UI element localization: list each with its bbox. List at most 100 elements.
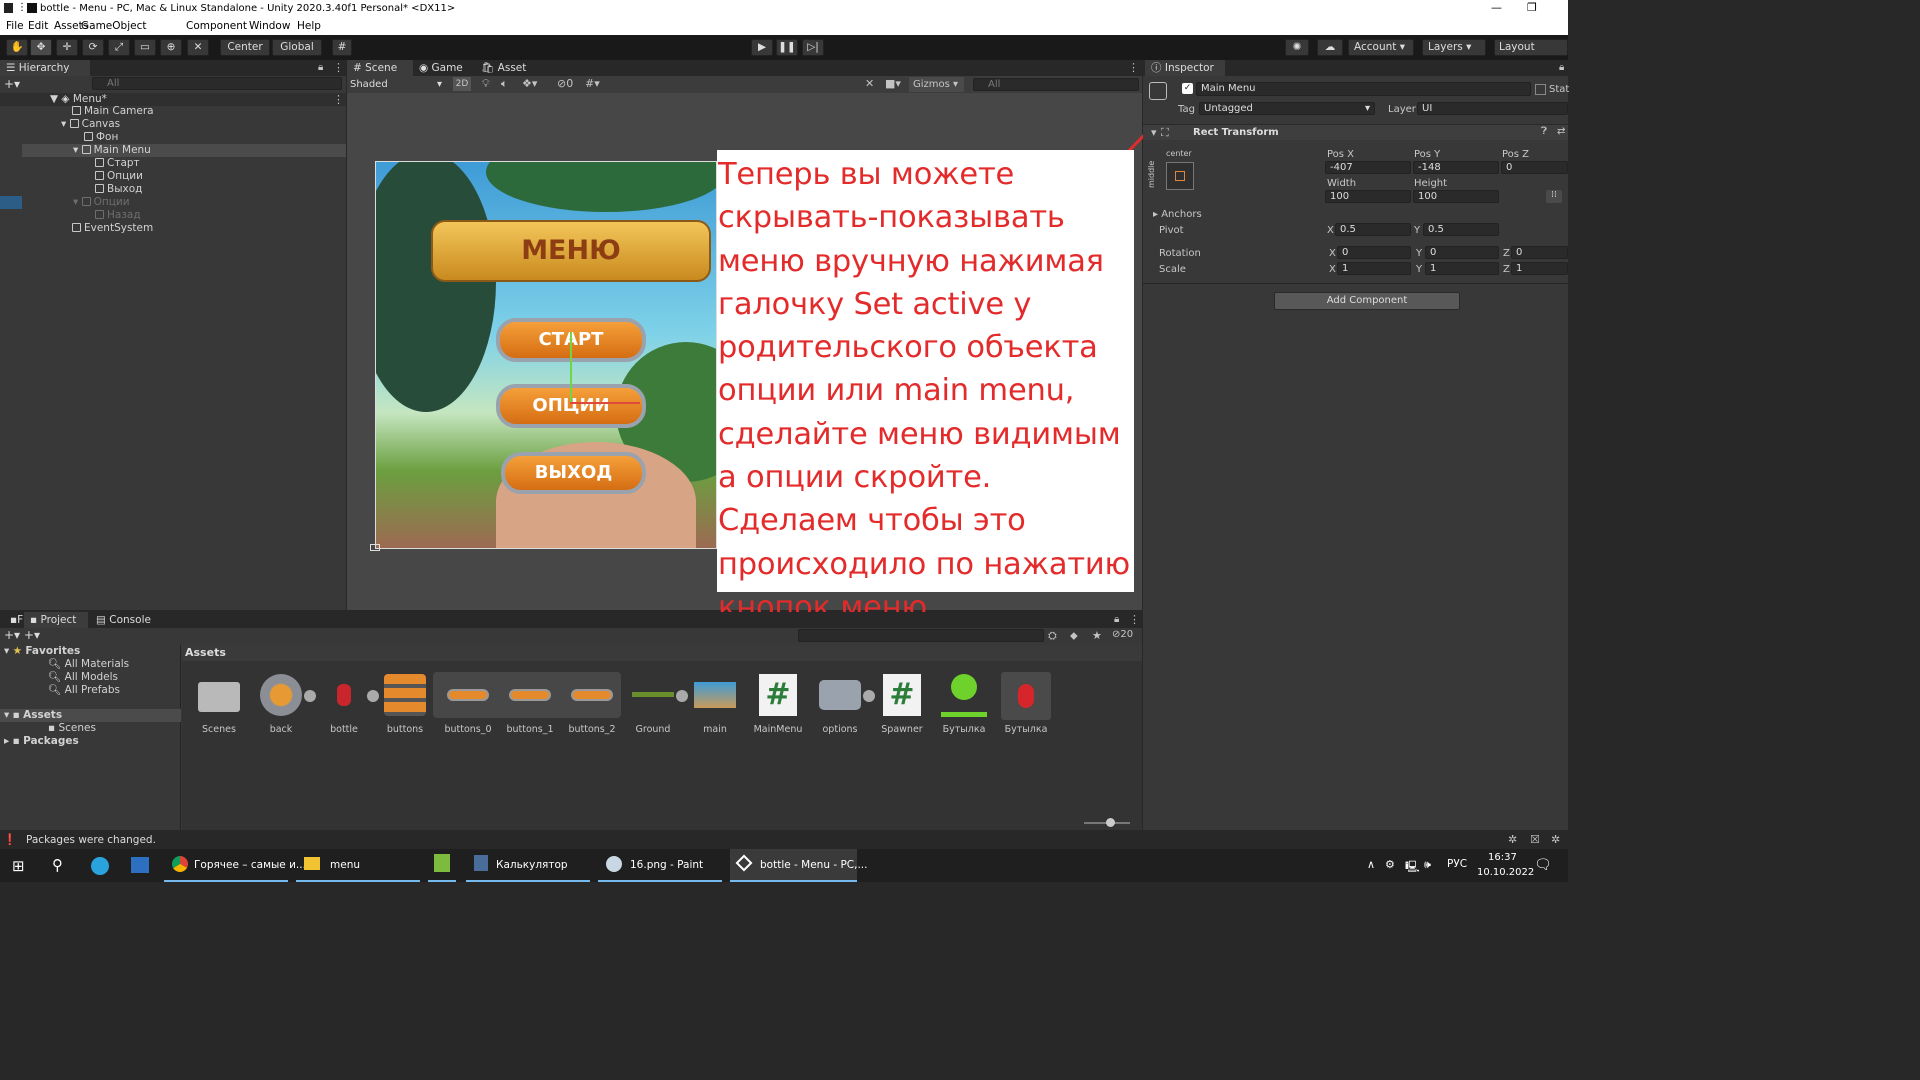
blueprint-icon[interactable]: ⁞⁞: [1546, 190, 1562, 203]
system-menu-icon[interactable]: ⋮: [17, 2, 27, 13]
menu-component[interactable]: Component: [186, 20, 247, 32]
hierarchy-item[interactable]: Опции: [95, 170, 143, 183]
anchors-foldout[interactable]: ▸ Anchors: [1153, 209, 1202, 220]
scale-z-field[interactable]: 1: [1511, 262, 1568, 275]
clock-date[interactable]: 10.10.2022: [1477, 867, 1534, 878]
tab-hierarchy[interactable]: ☰ Hierarchy: [0, 60, 90, 76]
rot-x-field[interactable]: 0: [1337, 246, 1411, 259]
anchor-preset-button[interactable]: [1166, 162, 1194, 190]
tab-asset-store[interactable]: 🛍︎ Asset Store: [475, 60, 555, 90]
zoom-slider[interactable]: [1084, 818, 1130, 827]
tag-dropdown[interactable]: Untagged ▾: [1199, 102, 1375, 115]
move-gizmo-y-icon[interactable]: [570, 332, 572, 402]
hierarchy-item[interactable]: Старт: [95, 157, 140, 170]
scale-tool-icon[interactable]: ⤢: [108, 39, 130, 56]
taskbar-explorer[interactable]: menu: [296, 849, 420, 882]
tree-favorites[interactable]: ▾ ★ Favorites: [4, 645, 80, 658]
panel-menu-icon[interactable]: ⋮: [1129, 613, 1140, 626]
breadcrumb-assets[interactable]: Assets: [185, 646, 226, 659]
custom-tool-icon[interactable]: ✕: [187, 39, 209, 56]
filter-type-icon[interactable]: ⛭: [1048, 629, 1057, 643]
settings-icon[interactable]: ⇄: [1557, 126, 1565, 137]
tools-icon[interactable]: ✕: [865, 77, 874, 90]
help-icon[interactable]: ❓︎: [1541, 126, 1547, 137]
project-search-input[interactable]: [798, 629, 1044, 642]
favorite-icon[interactable]: ★: [1092, 629, 1102, 642]
audio-icon[interactable]: 🔈︎: [501, 77, 508, 91]
taskbar-paint[interactable]: 16.png - Paint: [598, 849, 722, 882]
tab-project[interactable]: ▪ Project: [24, 612, 88, 628]
2d-toggle[interactable]: 2D: [453, 77, 471, 91]
expand-sprite-icon[interactable]: [367, 690, 379, 702]
gizmos-dropdown[interactable]: Gizmos ▾: [909, 77, 964, 92]
expand-sprite-icon[interactable]: [676, 690, 688, 702]
tab-inspector[interactable]: ⓘ Inspector: [1145, 60, 1225, 76]
hierarchy-item-inactive[interactable]: ▾ Опции: [73, 196, 130, 209]
lock-icon[interactable]: 🔒︎: [318, 62, 323, 73]
tray-chevron-icon[interactable]: ∧: [1367, 858, 1375, 871]
tree-item[interactable]: 🔍︎ All Materials: [48, 658, 129, 671]
tab-game[interactable]: ◉ Game: [413, 60, 475, 76]
grid-icon[interactable]: #▾: [585, 77, 600, 90]
clock-time[interactable]: 16:37: [1488, 852, 1517, 863]
hierarchy-item-selected[interactable]: ▾ Main Menu: [73, 144, 151, 157]
pos-x-field[interactable]: -407: [1325, 161, 1411, 174]
hierarchy-item[interactable]: EventSystem: [72, 222, 153, 235]
taskbar-notepad[interactable]: [428, 849, 456, 882]
tree-packages[interactable]: ▸ ▪ Packages: [4, 735, 79, 748]
create-button[interactable]: +▾: [4, 77, 20, 91]
exit-game-button[interactable]: ВЫХОД: [501, 452, 646, 494]
pos-z-field[interactable]: 0: [1501, 161, 1568, 174]
camera-icon[interactable]: ■▾: [885, 77, 901, 90]
hierarchy-search-input[interactable]: All: [92, 77, 342, 90]
width-field[interactable]: 100: [1325, 190, 1411, 203]
component-header[interactable]: ▾ ⛶ Rect Transform ❓︎ ⇄: [1143, 124, 1568, 140]
tree-item[interactable]: 🔍︎ All Models: [48, 671, 118, 684]
menu-edit[interactable]: Edit: [28, 20, 48, 32]
panel-menu-icon[interactable]: ⋮: [333, 61, 344, 74]
visibility-toggle-icon[interactable]: [0, 196, 22, 209]
zoom-slider-handle[interactable]: [1106, 818, 1115, 827]
grid-snap-icon[interactable]: #: [332, 39, 352, 56]
static-checkbox[interactable]: [1535, 84, 1546, 95]
folder-icon[interactable]: ▪F: [4, 612, 23, 628]
pivot-center-button[interactable]: Center: [220, 39, 270, 56]
move-tool-icon[interactable]: ✛: [56, 39, 78, 56]
hierarchy-item-inactive[interactable]: Назад: [95, 209, 141, 222]
rotate-tool-icon[interactable]: ⟳: [82, 39, 104, 56]
hidden-objects-icon[interactable]: ⊘0: [557, 77, 573, 90]
collab-icon[interactable]: ✺: [1285, 39, 1309, 56]
lock-icon[interactable]: 🔒︎: [1559, 62, 1564, 73]
taskbar-calculator[interactable]: Калькулятор: [466, 849, 590, 882]
account-dropdown[interactable]: Account ▾: [1348, 39, 1414, 56]
notifications-icon[interactable]: 🗨︎: [1534, 857, 1552, 873]
layout-dropdown[interactable]: Layout: [1494, 39, 1568, 56]
windows-start-icon[interactable]: ⊞: [12, 857, 25, 875]
layers-dropdown[interactable]: Layers ▾: [1422, 39, 1486, 56]
lighting-icon[interactable]: 💡︎: [482, 77, 490, 91]
cache-icon[interactable]: ☒: [1530, 833, 1540, 846]
menu-file[interactable]: File: [6, 20, 24, 32]
tab-scene[interactable]: # Scene: [347, 60, 413, 76]
status-message[interactable]: Packages were changed.: [26, 834, 156, 846]
scale-y-field[interactable]: 1: [1425, 262, 1499, 275]
rot-z-field[interactable]: 0: [1511, 246, 1568, 259]
effects-icon[interactable]: ❖▾: [522, 77, 537, 90]
tree-assets[interactable]: ▾ ▪ Assets: [4, 709, 62, 722]
scene-search-input[interactable]: All: [973, 78, 1139, 91]
height-field[interactable]: 100: [1413, 190, 1499, 203]
panel-menu-icon[interactable]: ⋮: [1128, 61, 1139, 74]
hierarchy-item[interactable]: Фон: [84, 131, 118, 144]
menu-help[interactable]: Help: [297, 20, 321, 32]
filter-label-icon[interactable]: ⬥: [1070, 629, 1078, 643]
language-indicator[interactable]: РУС: [1447, 858, 1467, 870]
pos-y-field[interactable]: -148: [1413, 161, 1499, 174]
pivot-y-field[interactable]: 0.5: [1423, 223, 1499, 236]
progress-icon[interactable]: ✲: [1551, 833, 1560, 846]
create-button[interactable]: +▾ +▾: [4, 628, 40, 642]
lock-icon[interactable]: 🔒︎: [1114, 614, 1119, 625]
hierarchy-item[interactable]: ▾ Canvas: [61, 118, 120, 131]
add-component-button[interactable]: Add Component: [1274, 292, 1460, 310]
tree-item[interactable]: ▪ Scenes: [48, 722, 96, 735]
menu-gameobject[interactable]: GameObject: [81, 20, 146, 32]
